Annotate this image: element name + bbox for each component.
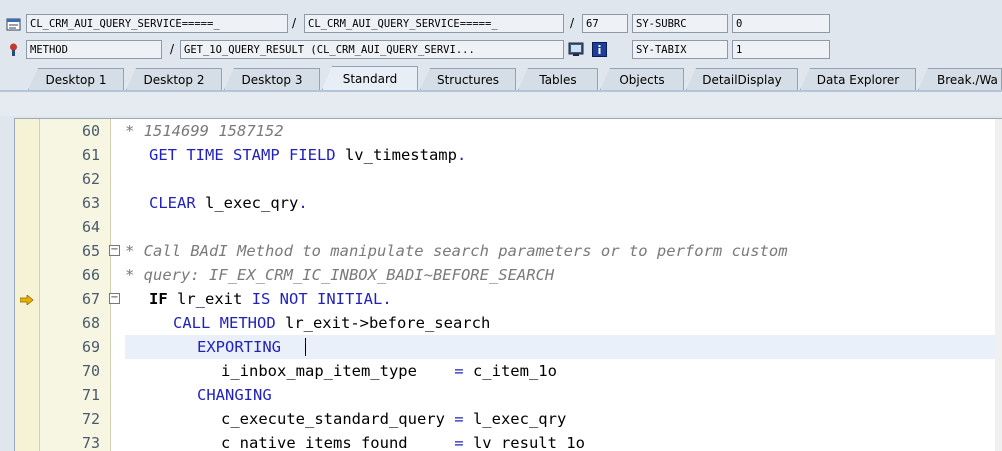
comment-text: * Call BAdI Method to manipulate search …	[125, 242, 788, 260]
code-text: CLEAR l_exec_qry.	[149, 194, 308, 212]
code-line: 70 i_inbox_map_item_type = c_item_1o	[15, 359, 1002, 383]
code-line: 62	[15, 167, 1002, 191]
code-line: 63 CLEAR l_exec_qry.	[15, 191, 1002, 215]
separator: /	[170, 42, 175, 56]
tab-data-explorer[interactable]: Data Explorer	[800, 68, 916, 90]
tab-standard[interactable]: Standard	[322, 66, 418, 90]
code-line: 65 − * Call BAdI Method to manipulate se…	[15, 239, 1002, 263]
code-line: 66 * query: IF_EX_CRM_IC_INBOX_BADI~BEFO…	[15, 263, 1002, 287]
toolbar-band	[0, 92, 1002, 116]
tab-structures[interactable]: Structures	[420, 68, 516, 90]
include-field[interactable]: CL_CRM_AUI_QUERY_SERVICE=====_	[304, 14, 564, 33]
code-text: IF lr_exit IS NOT INITIAL.	[149, 290, 392, 308]
code-line: 72 c_execute_standard_query = l_exec_qry	[15, 407, 1002, 431]
sysvar-value-field-1[interactable]: 0	[732, 14, 830, 33]
code-line: 61 GET TIME STAMP FIELD lv_timestamp.	[15, 143, 1002, 167]
source-code-editor[interactable]: 60 * 1514699 1587152 61 GET TIME STAMP F…	[14, 118, 1002, 451]
code-line: 73 c_native_items_found = lv_result_1o	[15, 431, 1002, 451]
comment-text: * query: IF_EX_CRM_IC_INBOX_BADI~BEFORE_…	[125, 266, 555, 284]
line-number: 68	[81, 314, 100, 332]
vertical-scrollbar[interactable]	[995, 119, 1002, 451]
tab-strip: Desktop 1 Desktop 2 Desktop 3 Standard S…	[0, 66, 1002, 90]
sysvar-value-field-2[interactable]: 1	[732, 40, 830, 59]
tab-desktop-3[interactable]: Desktop 3	[224, 68, 320, 90]
code-text: i_inbox_map_item_type = c_item_1o	[221, 362, 557, 380]
line-number: 67	[81, 290, 100, 308]
code-line: 71 CHANGING	[15, 383, 1002, 407]
info-icon[interactable]	[592, 42, 607, 57]
comment-text: * 1514699 1587152	[125, 122, 284, 140]
line-number: 72	[81, 410, 100, 428]
current-code-line: 67 − IF lr_exit IS NOT INITIAL.	[15, 287, 1002, 311]
method-name-field[interactable]: GET_1O_QUERY_RESULT (CL_CRM_AUI_QUERY_SE…	[180, 40, 564, 59]
tab-tables[interactable]: Tables	[518, 68, 598, 90]
code-text: c_native_items_found = lv_result_1o	[221, 434, 585, 451]
separator: /	[292, 16, 297, 30]
type-field[interactable]: METHOD	[26, 40, 162, 59]
tab-break-watch[interactable]: Break./Wa	[918, 68, 1002, 90]
line-number: 73	[81, 434, 100, 451]
sysvar-name-field-2[interactable]: SY-TABIX	[632, 40, 728, 59]
code-text: GET TIME STAMP FIELD lv_timestamp.	[149, 146, 467, 164]
line-number: 70	[81, 362, 100, 380]
code-text: EXPORTING	[197, 338, 281, 356]
code-line: 69 EXPORTING	[15, 335, 1002, 359]
arrow-right-icon	[19, 294, 34, 306]
collapse-icon[interactable]: −	[109, 293, 120, 304]
line-number: 71	[81, 386, 100, 404]
line-number: 61	[81, 146, 100, 164]
code-text: CHANGING	[197, 386, 272, 404]
line-number: 62	[81, 170, 100, 188]
code-line: 60 * 1514699 1587152	[15, 119, 1002, 143]
line-number: 63	[81, 194, 100, 212]
program-icon	[6, 17, 21, 32]
text-cursor	[305, 338, 306, 356]
line-number: 64	[81, 218, 100, 236]
display-icon[interactable]	[568, 42, 584, 57]
tab-detaildisplay[interactable]: DetailDisplay	[686, 68, 798, 90]
separator: /	[570, 16, 575, 30]
tab-objects[interactable]: Objects	[600, 68, 684, 90]
line-number: 60	[81, 122, 100, 140]
line-number-field[interactable]: 67	[582, 14, 628, 33]
method-icon	[6, 42, 21, 57]
code-text: c_execute_standard_query = l_exec_qry	[221, 410, 567, 428]
collapse-icon[interactable]: −	[109, 245, 120, 256]
tab-desktop-2[interactable]: Desktop 2	[126, 68, 222, 90]
program-field[interactable]: CL_CRM_AUI_QUERY_SERVICE=====_	[26, 14, 288, 33]
sysvar-name-field-1[interactable]: SY-SUBRC	[632, 14, 728, 33]
line-number: 66	[81, 266, 100, 284]
code-text: CALL METHOD lr_exit->before_search	[173, 314, 491, 332]
code-line: 68 CALL METHOD lr_exit->before_search	[15, 311, 1002, 335]
line-number: 65	[81, 242, 100, 260]
tab-desktop-1[interactable]: Desktop 1	[28, 68, 124, 90]
code-line: 64	[15, 215, 1002, 239]
line-number: 69	[81, 338, 100, 356]
